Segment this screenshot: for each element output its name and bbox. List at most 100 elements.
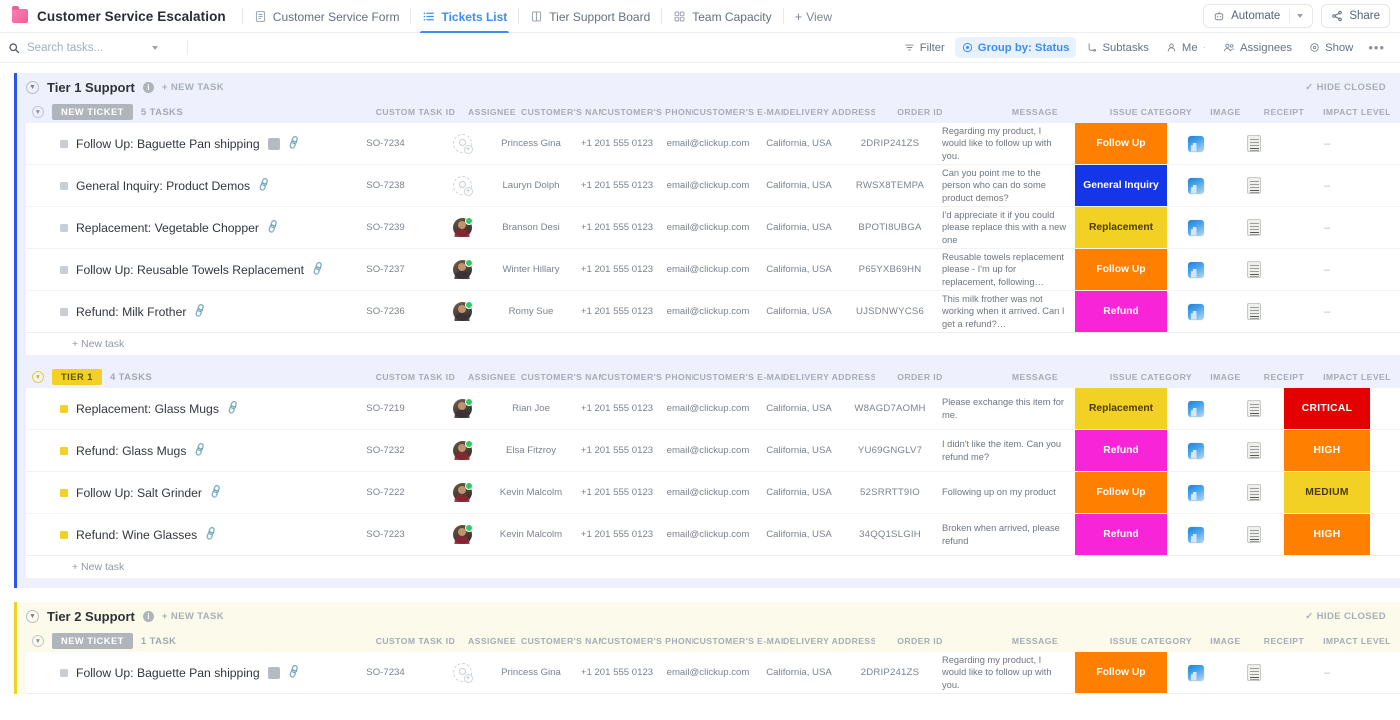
delivery-address-cell[interactable]: California, USA xyxy=(753,472,845,513)
custom-task-id-cell[interactable]: SO-7222 xyxy=(338,472,433,513)
impact-level-cell[interactable]: MEDIUM xyxy=(1284,472,1370,513)
add-assignee-icon[interactable]: + xyxy=(464,145,473,154)
task-list-board[interactable]: ▼ Tier 1 Support i + NEW TASK ✓ HIDE CLO… xyxy=(0,63,1400,720)
issue-category-cell[interactable]: General Inquiry xyxy=(1075,165,1167,206)
status-indicator[interactable] xyxy=(60,531,68,539)
customer-email-cell[interactable]: email@clickup.com xyxy=(663,123,753,164)
issue-category-cell[interactable]: Follow Up xyxy=(1075,472,1167,513)
status-indicator[interactable] xyxy=(60,489,68,497)
delivery-address-cell[interactable]: California, USA xyxy=(753,249,845,290)
attachment-icon[interactable]: 🔗 xyxy=(286,136,302,151)
add-view-button[interactable]: + View xyxy=(786,1,841,32)
image-cell[interactable] xyxy=(1167,291,1224,332)
avatar[interactable] xyxy=(453,441,472,460)
chevron-down-icon[interactable]: ▼ xyxy=(32,371,44,383)
image-cell[interactable] xyxy=(1167,165,1224,206)
table-row[interactable]: Refund: Milk Frother🔗SO-7236Romy Sue+1 2… xyxy=(26,291,1400,333)
assignee-cell[interactable] xyxy=(433,514,491,555)
task-name-cell[interactable]: Refund: Milk Frother🔗 xyxy=(26,291,338,332)
impact-level-empty[interactable]: – xyxy=(1324,222,1330,234)
order-id-cell[interactable]: 2DRIP241ZS xyxy=(845,652,935,693)
assignee-cell[interactable] xyxy=(433,472,491,513)
receipt-cell[interactable] xyxy=(1224,430,1284,471)
status-badge[interactable]: NEW TICKET xyxy=(52,633,133,649)
impact-level-badge[interactable]: HIGH xyxy=(1284,430,1370,471)
impact-level-empty[interactable]: – xyxy=(1324,306,1330,318)
customer-name-cell[interactable]: Winter Hillary xyxy=(491,249,571,290)
receipt-thumbnail-icon[interactable] xyxy=(1247,526,1261,543)
table-row[interactable]: Follow Up: Salt Grinder🔗SO-7222Kevin Mal… xyxy=(26,472,1400,514)
status-indicator[interactable] xyxy=(60,140,68,148)
table-row[interactable]: Replacement: Vegetable Chopper🔗SO-7239Br… xyxy=(26,207,1400,249)
status-section-header[interactable]: ▼ NEW TICKET 5 TASKS CUSTOM TASK ID ASSI… xyxy=(26,101,1400,123)
hide-closed-button[interactable]: ✓ HIDE CLOSED xyxy=(1305,611,1400,622)
assignee-cell[interactable] xyxy=(433,291,491,332)
task-name-cell[interactable]: General Inquiry: Product Demos🔗 xyxy=(26,165,338,206)
impact-level-badge[interactable]: MEDIUM xyxy=(1284,472,1370,513)
avatar[interactable] xyxy=(453,302,472,321)
receipt-cell[interactable] xyxy=(1224,652,1284,693)
group-header[interactable]: ▼ Tier 1 Support i + NEW TASK ✓ HIDE CLO… xyxy=(14,73,1400,101)
workspace-brand[interactable]: Customer Service Escalation xyxy=(12,9,240,24)
impact-level-badge[interactable]: CRITICAL xyxy=(1284,388,1370,429)
message-cell[interactable]: Following up on my product xyxy=(935,472,1075,513)
issue-category-cell[interactable]: Replacement xyxy=(1075,388,1167,429)
impact-level-empty[interactable]: – xyxy=(1324,180,1330,192)
show-button[interactable]: Show xyxy=(1302,37,1360,58)
new-task-button[interactable]: + New task xyxy=(26,333,1400,355)
customer-phone-cell[interactable]: +1 201 555 0123 xyxy=(571,207,663,248)
status-badge[interactable]: NEW TICKET xyxy=(52,104,133,120)
receipt-thumbnail-icon[interactable] xyxy=(1247,664,1261,681)
table-row[interactable]: Refund: Glass Mugs🔗SO-7232Elsa Fitzroy+1… xyxy=(26,430,1400,472)
chevron-down-icon[interactable]: ▼ xyxy=(32,635,44,647)
task-name-cell[interactable]: Refund: Glass Mugs🔗 xyxy=(26,430,338,471)
order-id-cell[interactable]: P65YXB69HN xyxy=(845,249,935,290)
avatar-unassigned[interactable]: + xyxy=(453,176,472,195)
issue-category-badge[interactable]: Follow Up xyxy=(1075,249,1167,290)
photo-thumbnail-icon[interactable] xyxy=(1188,178,1204,194)
custom-task-id-cell[interactable]: SO-7234 xyxy=(338,123,433,164)
assignee-cell[interactable]: + xyxy=(433,123,491,164)
table-row[interactable]: General Inquiry: Product Demos🔗SO-7238+L… xyxy=(26,165,1400,207)
message-cell[interactable]: This milk frother was not working when i… xyxy=(935,291,1075,332)
customer-name-cell[interactable]: Rian Joe xyxy=(491,388,571,429)
receipt-cell[interactable] xyxy=(1224,514,1284,555)
attachment-icon[interactable]: 🔗 xyxy=(193,304,209,319)
message-cell[interactable]: Regarding my product, I would like to fo… xyxy=(935,123,1075,164)
impact-level-cell[interactable]: – xyxy=(1284,652,1370,693)
status-indicator[interactable] xyxy=(60,447,68,455)
avatar[interactable] xyxy=(453,260,472,279)
issue-category-badge[interactable]: Follow Up xyxy=(1075,472,1167,513)
issue-category-badge[interactable]: Replacement xyxy=(1075,388,1167,429)
photo-thumbnail-icon[interactable] xyxy=(1188,665,1204,681)
chevron-down-icon[interactable]: ▼ xyxy=(26,610,39,623)
attachment-icon[interactable]: 🔗 xyxy=(225,401,241,416)
receipt-cell[interactable] xyxy=(1224,165,1284,206)
status-section-header[interactable]: ▼ TIER 1 4 TASKS CUSTOM TASK ID ASSIGNEE… xyxy=(26,366,1400,388)
impact-level-badge[interactable]: HIGH xyxy=(1284,514,1370,555)
customer-phone-cell[interactable]: +1 201 555 0123 xyxy=(571,514,663,555)
photo-thumbnail-icon[interactable] xyxy=(1188,401,1204,417)
impact-level-empty[interactable]: – xyxy=(1324,667,1330,679)
custom-task-id-cell[interactable]: SO-7238 xyxy=(338,165,433,206)
customer-name-cell[interactable]: Princess Gina xyxy=(491,652,571,693)
customer-name-cell[interactable]: Branson Desi xyxy=(491,207,571,248)
message-cell[interactable]: I'd appreciate it if you could please re… xyxy=(935,207,1075,248)
task-name-cell[interactable]: Follow Up: Baguette Pan shipping🔗 xyxy=(26,652,338,693)
customer-phone-cell[interactable]: +1 201 555 0123 xyxy=(571,472,663,513)
receipt-cell[interactable] xyxy=(1224,472,1284,513)
issue-category-cell[interactable]: Refund xyxy=(1075,291,1167,332)
customer-email-cell[interactable]: email@clickup.com xyxy=(663,430,753,471)
order-id-cell[interactable]: BPOTI8UBGA xyxy=(845,207,935,248)
receipt-cell[interactable] xyxy=(1224,388,1284,429)
delivery-address-cell[interactable]: California, USA xyxy=(753,291,845,332)
task-name-cell[interactable]: Replacement: Glass Mugs🔗 xyxy=(26,388,338,429)
impact-level-empty[interactable]: – xyxy=(1324,138,1330,150)
group-header[interactable]: ▼ Tier 2 Support i + NEW TASK ✓ HIDE CLO… xyxy=(14,602,1400,630)
assignee-cell[interactable] xyxy=(433,388,491,429)
subtasks-button[interactable]: Subtasks xyxy=(1079,37,1155,58)
status-indicator[interactable] xyxy=(60,224,68,232)
message-cell[interactable]: I didn't like the item. Can you refund m… xyxy=(935,430,1075,471)
task-name-cell[interactable]: Replacement: Vegetable Chopper🔗 xyxy=(26,207,338,248)
search-input[interactable] xyxy=(27,42,145,54)
